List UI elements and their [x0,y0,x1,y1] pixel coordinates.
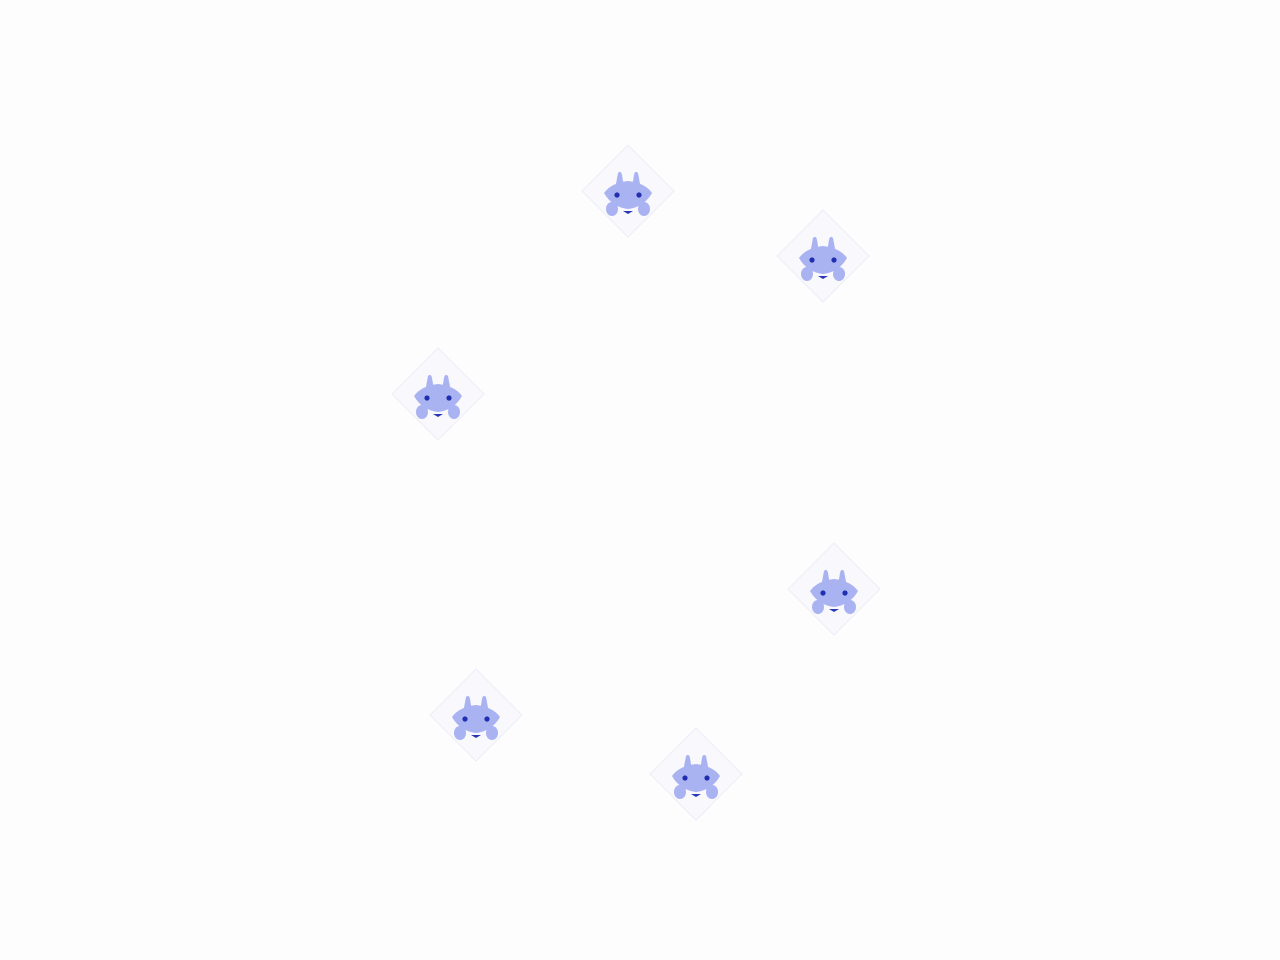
left-foot [454,726,466,740]
right-foot [706,785,718,799]
right-foot [833,267,845,281]
bunny-sprite-3[interactable] [390,346,486,442]
bunny-sprite-6[interactable] [648,726,744,822]
right-eye [842,590,848,596]
right-eye [484,716,490,722]
right-foot [448,405,460,419]
left-foot [801,267,813,281]
bunny-creature-icon [429,668,523,762]
left-eye [682,775,688,781]
bunny-creature-icon [787,542,881,636]
left-foot [416,405,428,419]
left-eye [820,590,826,596]
bunny-creature-icon [391,347,485,441]
bunny-sprite-4[interactable] [786,541,882,637]
bunny-creature-icon [649,727,743,821]
bunny-sprite-1[interactable] [580,143,676,239]
game-canvas[interactable] [0,0,1280,960]
right-foot [844,600,856,614]
left-eye [809,257,815,263]
bunny-creature-icon [581,144,675,238]
left-foot [812,600,824,614]
left-eye [614,192,620,198]
right-eye [636,192,642,198]
bunny-sprite-5[interactable] [428,667,524,763]
right-eye [704,775,710,781]
bunny-creature-icon [776,209,870,303]
right-eye [446,395,452,401]
left-eye [462,716,468,722]
right-foot [486,726,498,740]
right-eye [831,257,837,263]
bunny-sprite-2[interactable] [775,208,871,304]
left-foot [606,202,618,216]
left-eye [424,395,430,401]
right-foot [638,202,650,216]
left-foot [674,785,686,799]
